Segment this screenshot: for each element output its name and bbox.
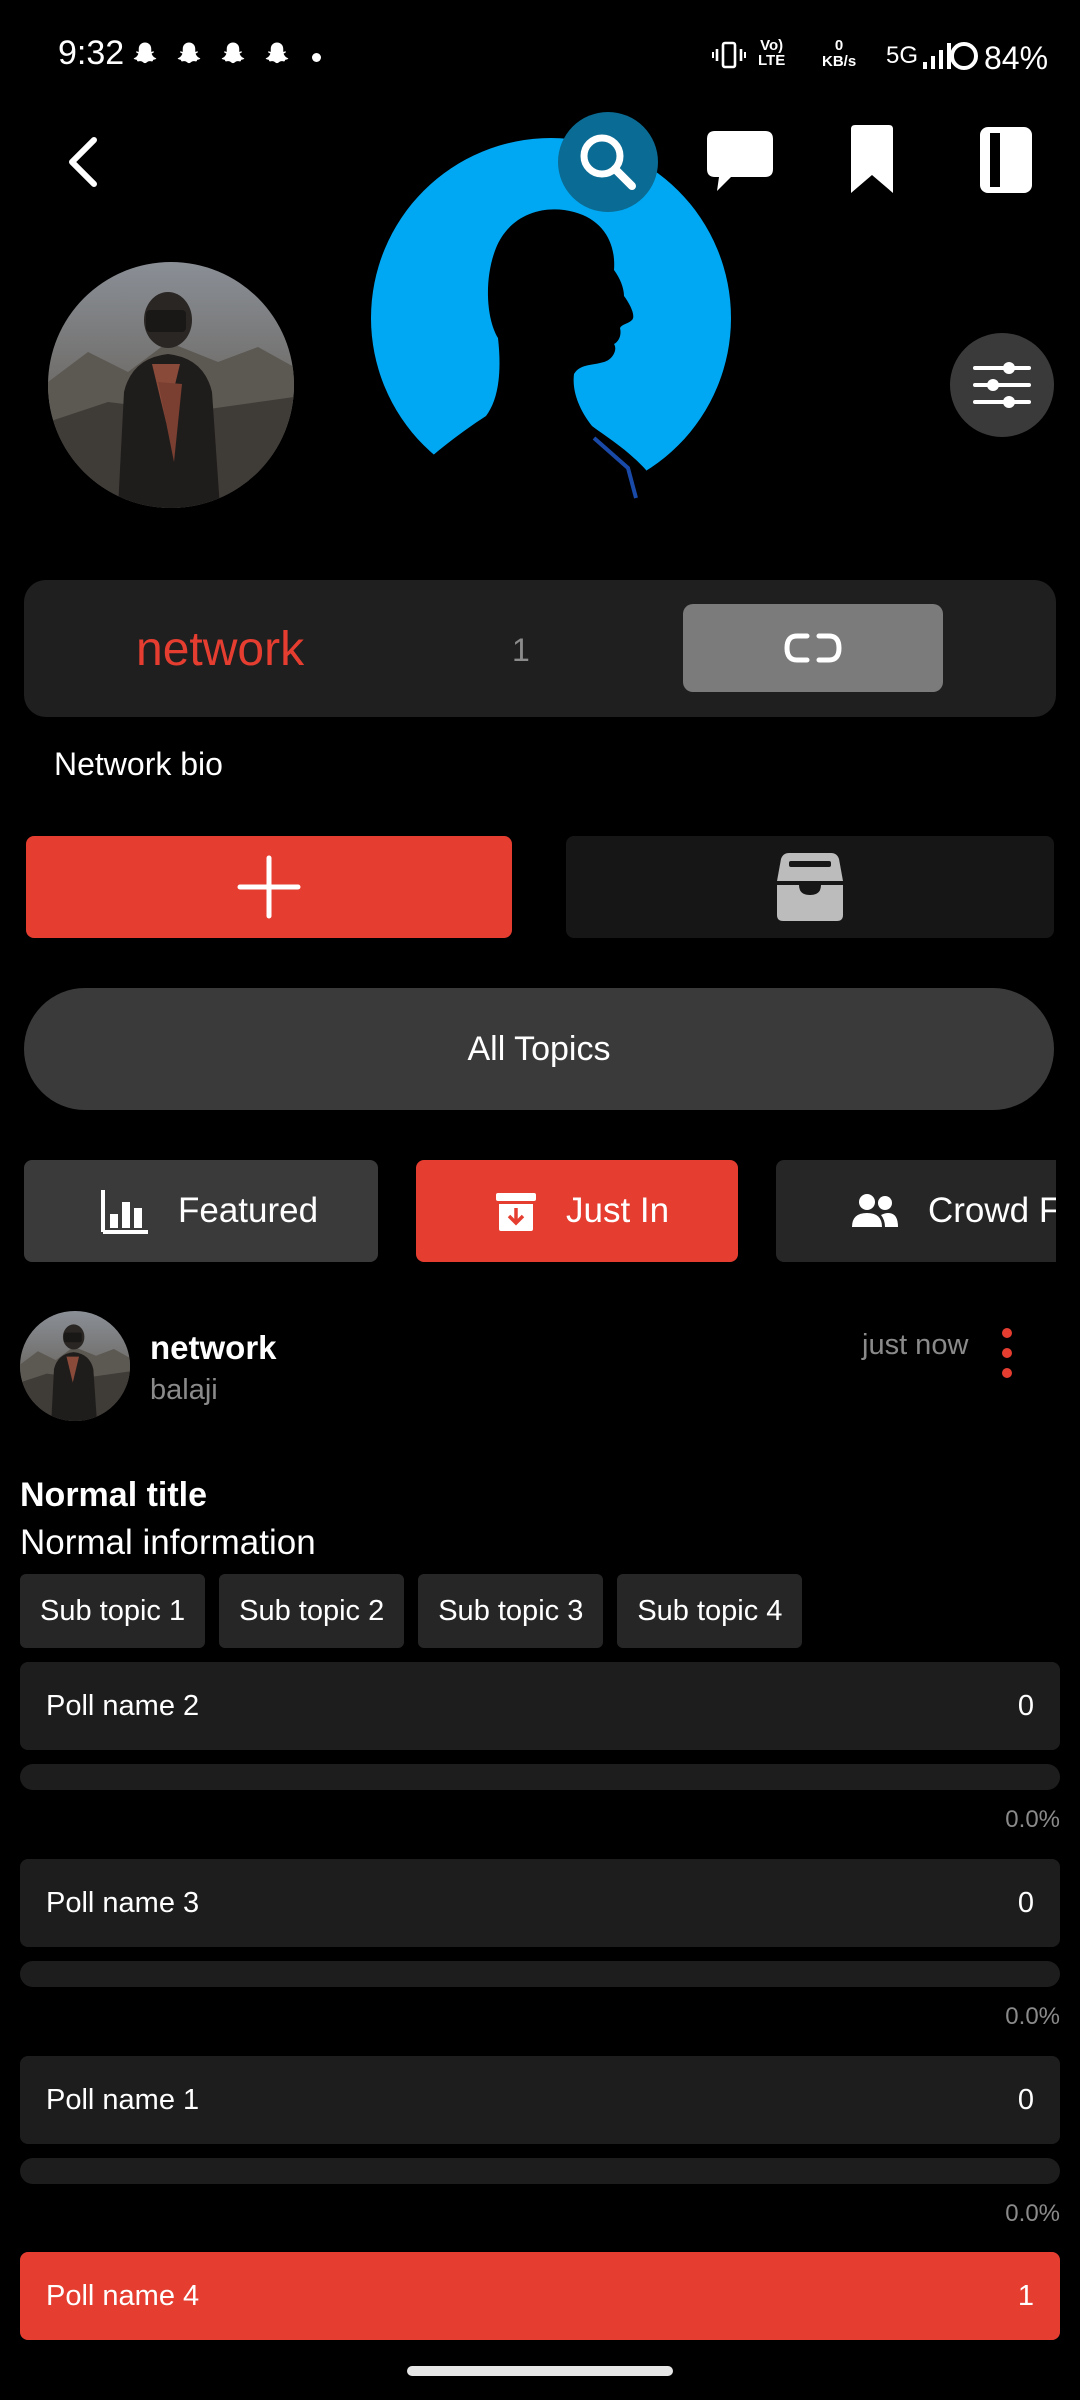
sub-topic-chips: Sub topic 1 Sub topic 2 Sub topic 3 Sub … (20, 1574, 803, 1648)
link-icon (784, 633, 842, 663)
tab-featured[interactable]: Featured (24, 1160, 378, 1262)
poll-option-count: 0 (1017, 2083, 1034, 2116)
poll-percent: 0.0% (1005, 1806, 1060, 1833)
sub-topic-chip[interactable]: Sub topic 1 (20, 1574, 206, 1648)
more-notifications-dot (312, 53, 321, 62)
post-timestamp: just now (862, 1329, 969, 1361)
tab-crowd-favorites[interactable]: Crowd Favorites (776, 1160, 1056, 1262)
tab-just-in[interactable]: Just In (416, 1160, 738, 1262)
cover-image (368, 138, 738, 539)
volte-label: Vo) LTE (758, 37, 786, 69)
more-vertical-icon (1002, 1328, 1012, 1378)
snapchat-icon (177, 42, 201, 64)
poll-option-name: Poll name 1 (46, 2083, 200, 2116)
poll-progress-bar (20, 1961, 1060, 1987)
poll-option-count: 0 (1017, 1886, 1034, 1919)
chat-button[interactable] (700, 120, 780, 200)
sub-topic-chip[interactable]: Sub topic 4 (617, 1574, 803, 1648)
poll-progress-bar (20, 1764, 1060, 1790)
poll-percent: 0.0% (1005, 2200, 1060, 2227)
snapchat-icon (133, 42, 157, 64)
poll-option-name: Poll name 3 (46, 1886, 200, 1919)
home-indicator[interactable] (407, 2366, 673, 2376)
sliders-icon (973, 362, 1031, 408)
poll-option-count: 0 (1017, 1689, 1034, 1722)
back-arrow-icon (69, 137, 97, 187)
bookmark-button[interactable] (832, 120, 912, 200)
inbox-tray-icon (777, 853, 843, 921)
post-information: Normal information (20, 1523, 316, 1562)
sidebar-toggle-icon (980, 127, 1032, 193)
bookmark-icon (851, 125, 893, 193)
network-name: network (136, 623, 305, 676)
inbox-button[interactable] (566, 836, 1054, 938)
tab-crowd-favorites-label: Crowd Favorites (928, 1191, 1056, 1230)
network-avatar[interactable] (48, 262, 294, 508)
snapchat-icon (221, 42, 245, 64)
poll-progress-bar (20, 2158, 1060, 2184)
poll-option-count: 1 (1017, 2279, 1034, 2312)
poll-option-selected[interactable]: Poll name 4 1 (20, 2252, 1060, 2340)
bar-chart-icon (100, 1188, 150, 1234)
post-author-avatar[interactable] (20, 1311, 130, 1421)
search-button[interactable] (558, 112, 658, 212)
battery-icon (950, 42, 978, 70)
all-topics-button[interactable]: All Topics (24, 988, 1054, 1110)
add-post-button[interactable] (26, 836, 512, 938)
sub-topic-chip[interactable]: Sub topic 2 (219, 1574, 405, 1648)
poll-option[interactable]: Poll name 3 0 (20, 1859, 1060, 1947)
status-bar: 9:32 Vo) LTE 0 KB/s 5G 84% (0, 0, 1080, 110)
network-speed: 0 KB/s (822, 37, 857, 70)
post-author-name[interactable]: network (150, 1329, 277, 1367)
tab-just-in-label: Just In (566, 1191, 670, 1230)
search-icon (580, 134, 636, 190)
battery-percent: 84% (984, 40, 1049, 76)
network-info-card: network 1 (24, 580, 1056, 717)
chat-icon (707, 131, 773, 191)
post-username: balaji (150, 1374, 218, 1406)
back-button[interactable] (52, 130, 116, 194)
poll-option[interactable]: Poll name 2 0 (20, 1662, 1060, 1750)
people-icon (850, 1193, 900, 1229)
filter-button[interactable] (950, 333, 1054, 437)
sub-topic-chip[interactable]: Sub topic 3 (418, 1574, 604, 1648)
notification-icons (130, 40, 292, 70)
copy-link-button[interactable] (683, 604, 943, 692)
poll-option-name: Poll name 4 (46, 2279, 200, 2312)
member-count: 1 (512, 632, 530, 668)
poll-option[interactable]: Poll name 1 0 (20, 2056, 1060, 2144)
status-time: 9:32 (58, 34, 125, 72)
vibrate-icon (712, 41, 746, 69)
archive-down-icon (494, 1189, 538, 1233)
feed-tabs: Featured Just In Crowd Favorites (24, 1160, 1056, 1262)
poll-percent: 0.0% (1005, 2003, 1060, 2030)
status-indicators: Vo) LTE 0 KB/s 5G 84% (700, 30, 1080, 80)
snapchat-icon (265, 42, 289, 64)
plus-icon (237, 855, 301, 919)
post-menu-button[interactable] (995, 1326, 1019, 1380)
network-bio: Network bio (54, 746, 223, 782)
signal-type: 5G (886, 42, 919, 69)
tab-featured-label: Featured (178, 1191, 319, 1230)
post-title: Normal title (20, 1476, 208, 1514)
sidebar-toggle-button[interactable] (966, 120, 1046, 200)
poll-option-name: Poll name 2 (46, 1689, 200, 1722)
